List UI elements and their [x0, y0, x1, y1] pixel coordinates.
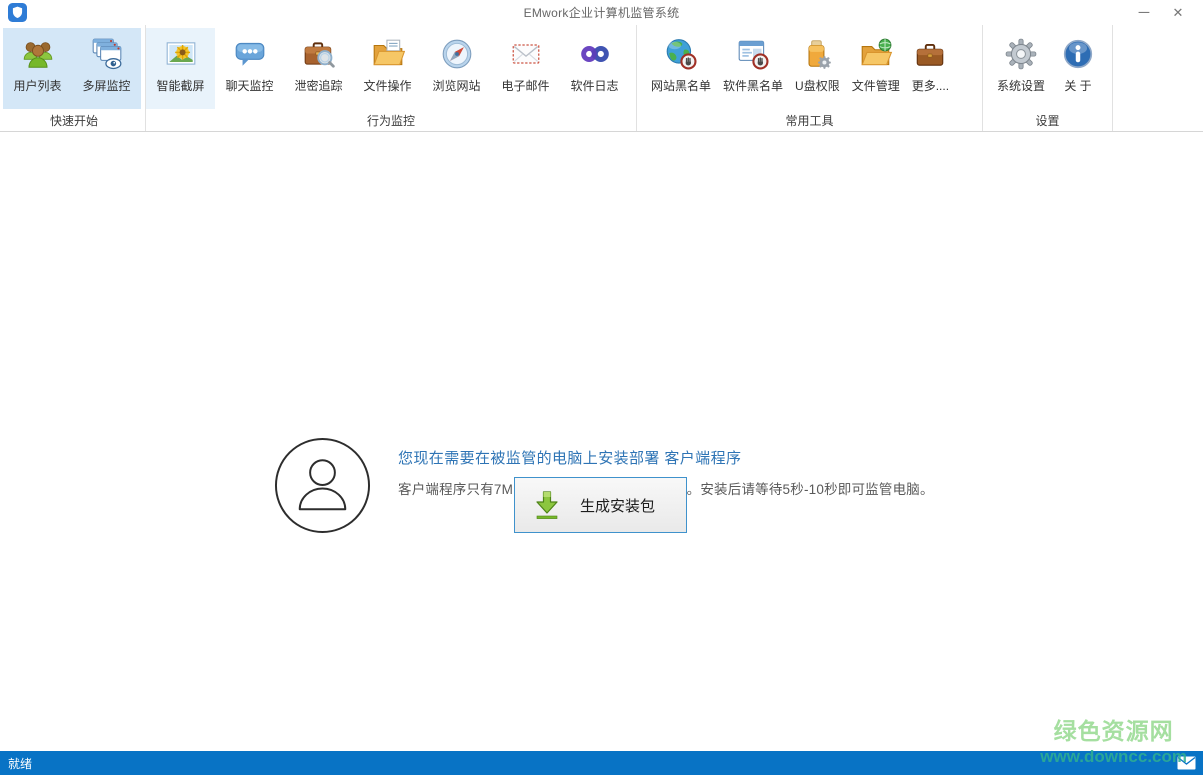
chat-icon: [233, 37, 267, 71]
status-bar: 就绪: [0, 751, 1203, 775]
ribbon-item-label: 软件黑名单: [723, 77, 783, 94]
main-content: 您现在需要在被监管的电脑上安装部署 客户端程序 客户端程序只有7MB，运行隐蔽，…: [0, 133, 1203, 751]
ribbon-item-label: 文件操作: [363, 77, 411, 94]
ribbon-group-label: 设置: [983, 109, 1112, 135]
ribbon-item-chat-monitor[interactable]: 聊天监控: [215, 28, 284, 109]
multi-screen-icon: [90, 37, 124, 71]
deploy-heading: 您现在需要在被监管的电脑上安装部署 客户端程序: [398, 447, 943, 468]
leak-trace-icon: [302, 37, 336, 71]
window-controls: ─ ✕: [1127, 0, 1195, 25]
generate-button-label: 生成安装包: [563, 495, 686, 516]
email-icon: [509, 37, 543, 71]
mail-status-icon[interactable]: [1177, 756, 1196, 770]
ribbon-item-website-blacklist[interactable]: 网站黑名单: [645, 28, 717, 109]
app-shield-icon: [8, 3, 27, 22]
ribbon-item-multi-screen[interactable]: 多屏监控: [72, 28, 141, 109]
ribbon-group-label: 行为监控: [146, 109, 636, 135]
ribbon-item-label: 泄密追踪: [294, 77, 342, 94]
ribbon-item-label: 电子邮件: [501, 77, 549, 94]
ribbon-item-software-log[interactable]: 软件日志: [560, 28, 629, 109]
ribbon-group-settings: 系统设置 关 于 设置: [983, 25, 1113, 131]
window-title: EMwork企业计算机监管系统: [524, 4, 680, 21]
ribbon-item-label: 文件管理: [852, 77, 900, 94]
title-bar: EMwork企业计算机监管系统 ─ ✕: [0, 0, 1203, 25]
ribbon-item-file-operations[interactable]: 文件操作: [353, 28, 422, 109]
app-window: EMwork企业计算机监管系统 ─ ✕ 用户列表: [0, 0, 1203, 775]
ribbon-item-email[interactable]: 电子邮件: [491, 28, 560, 109]
browser-compass-icon: [440, 37, 474, 71]
ribbon-item-label: 用户列表: [13, 77, 61, 94]
ribbon-item-about[interactable]: 关 于: [1053, 28, 1103, 109]
ribbon-group-label: 常用工具: [637, 109, 982, 135]
ribbon-item-software-blacklist[interactable]: 软件黑名单: [717, 28, 789, 109]
website-blacklist-icon: [664, 37, 698, 71]
minimize-button[interactable]: ─: [1127, 0, 1161, 25]
ribbon-item-label: 网站黑名单: [651, 77, 711, 94]
download-arrow-icon: [531, 489, 563, 521]
software-blacklist-icon: [736, 37, 770, 71]
ribbon-item-label: 关 于: [1064, 77, 1091, 94]
ribbon-group-behavior-monitor: 智能截屏 聊天监控: [146, 25, 637, 131]
ribbon-item-label: 聊天监控: [225, 77, 273, 94]
ribbon-item-usb-permission[interactable]: U盘权限: [789, 28, 846, 109]
ribbon-item-file-manager[interactable]: 文件管理: [846, 28, 906, 109]
ribbon-item-more[interactable]: 更多....: [906, 28, 955, 109]
about-info-icon: [1061, 37, 1095, 71]
ribbon-item-label: 多屏监控: [82, 77, 130, 94]
close-button[interactable]: ✕: [1161, 0, 1195, 25]
ribbon-item-browse-website[interactable]: 浏览网站: [422, 28, 491, 109]
ribbon-item-label: 浏览网站: [432, 77, 480, 94]
ribbon-item-smart-screenshot[interactable]: 智能截屏: [146, 28, 215, 109]
ribbon-item-user-list[interactable]: 用户列表: [3, 28, 72, 109]
ribbon-toolbar: 用户列表: [0, 25, 1203, 132]
ribbon-group-quick-start: 用户列表: [0, 25, 146, 131]
ribbon-item-label: 软件日志: [570, 77, 618, 94]
users-icon: [21, 37, 55, 71]
ribbon-group-common-tools: 网站黑名单: [637, 25, 983, 131]
file-manager-icon: [859, 37, 893, 71]
ribbon-item-label: U盘权限: [795, 77, 840, 94]
settings-gear-icon: [1004, 37, 1038, 71]
client-avatar-icon: [273, 436, 372, 535]
ribbon-item-label: 更多....: [912, 77, 949, 94]
ribbon-group-label: 快速开始: [3, 109, 145, 135]
ribbon-item-system-settings[interactable]: 系统设置: [989, 28, 1053, 109]
software-log-icon: [578, 37, 612, 71]
screenshot-icon: [164, 37, 198, 71]
ribbon-item-label: 智能截屏: [156, 77, 204, 94]
ribbon-item-label: 系统设置: [997, 77, 1045, 94]
ribbon-item-leak-trace[interactable]: 泄密追踪: [284, 28, 353, 109]
status-text: 就绪: [8, 755, 32, 772]
generate-installer-button[interactable]: 生成安装包: [514, 477, 687, 533]
file-operations-icon: [371, 37, 405, 71]
usb-permission-icon: [800, 37, 834, 71]
more-briefcase-icon: [913, 37, 947, 71]
